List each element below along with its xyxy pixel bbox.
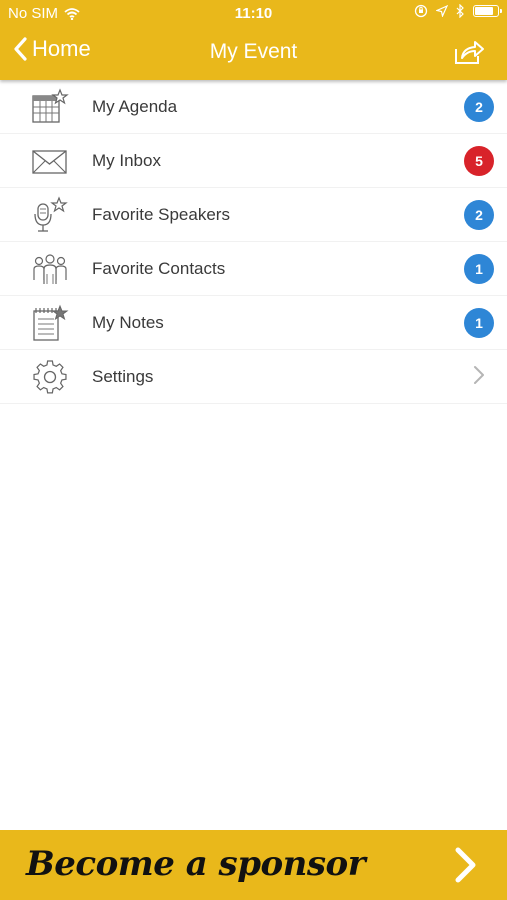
location-arrow-icon	[436, 5, 448, 17]
menu-item-label: My Agenda	[92, 97, 178, 116]
people-group-icon	[33, 254, 67, 284]
count-badge: 1	[464, 308, 494, 338]
share-button[interactable]	[453, 38, 485, 71]
status-bar: No SIM 11:10	[0, 0, 507, 28]
count-badge: 1	[464, 254, 494, 284]
sponsor-label: Become a sponsor	[26, 844, 366, 884]
menu-item-settings[interactable]: Settings	[0, 350, 507, 404]
menu-item-my-agenda[interactable]: My Agenda 2	[0, 80, 507, 134]
share-icon	[455, 41, 484, 64]
menu-item-my-notes[interactable]: My Notes 1	[0, 296, 507, 350]
bluetooth-icon	[456, 4, 464, 18]
menu-item-my-inbox[interactable]: My Inbox 5	[0, 134, 507, 188]
status-icons	[414, 4, 502, 18]
count-badge: 2	[464, 200, 494, 230]
count-badge: 2	[464, 92, 494, 122]
microphone-star-icon	[34, 196, 68, 232]
gear-icon	[33, 360, 67, 394]
orientation-lock-icon	[414, 4, 428, 18]
menu-item-label: Settings	[92, 367, 154, 386]
sponsor-banner[interactable]: Become a sponsor	[0, 830, 507, 900]
menu-item-label: My Notes	[92, 313, 164, 332]
menu-item-label: My Inbox	[92, 151, 161, 170]
menu-item-favorite-contacts[interactable]: Favorite Contacts 1	[0, 242, 507, 296]
page-title: My Event	[209, 40, 298, 63]
top-bar: No SIM 11:10 Home My Event	[0, 0, 507, 80]
notepad-star-icon	[33, 304, 69, 341]
navigation-bar: Home My Event	[0, 28, 507, 80]
count-badge: 5	[464, 146, 494, 176]
chevron-right-icon	[455, 847, 476, 883]
battery-icon	[473, 5, 502, 17]
menu-item-label: Favorite Contacts	[92, 259, 226, 278]
menu-item-favorite-speakers[interactable]: Favorite Speakers 2	[0, 188, 507, 242]
menu-item-label: Favorite Speakers	[92, 205, 230, 224]
calendar-star-icon	[32, 88, 69, 123]
battery-fill	[475, 7, 494, 15]
envelope-icon	[32, 150, 67, 174]
menu-list: My Agenda 2 My Inbox 5 Favorite Speakers…	[0, 80, 507, 404]
chevron-right-icon	[474, 366, 484, 384]
